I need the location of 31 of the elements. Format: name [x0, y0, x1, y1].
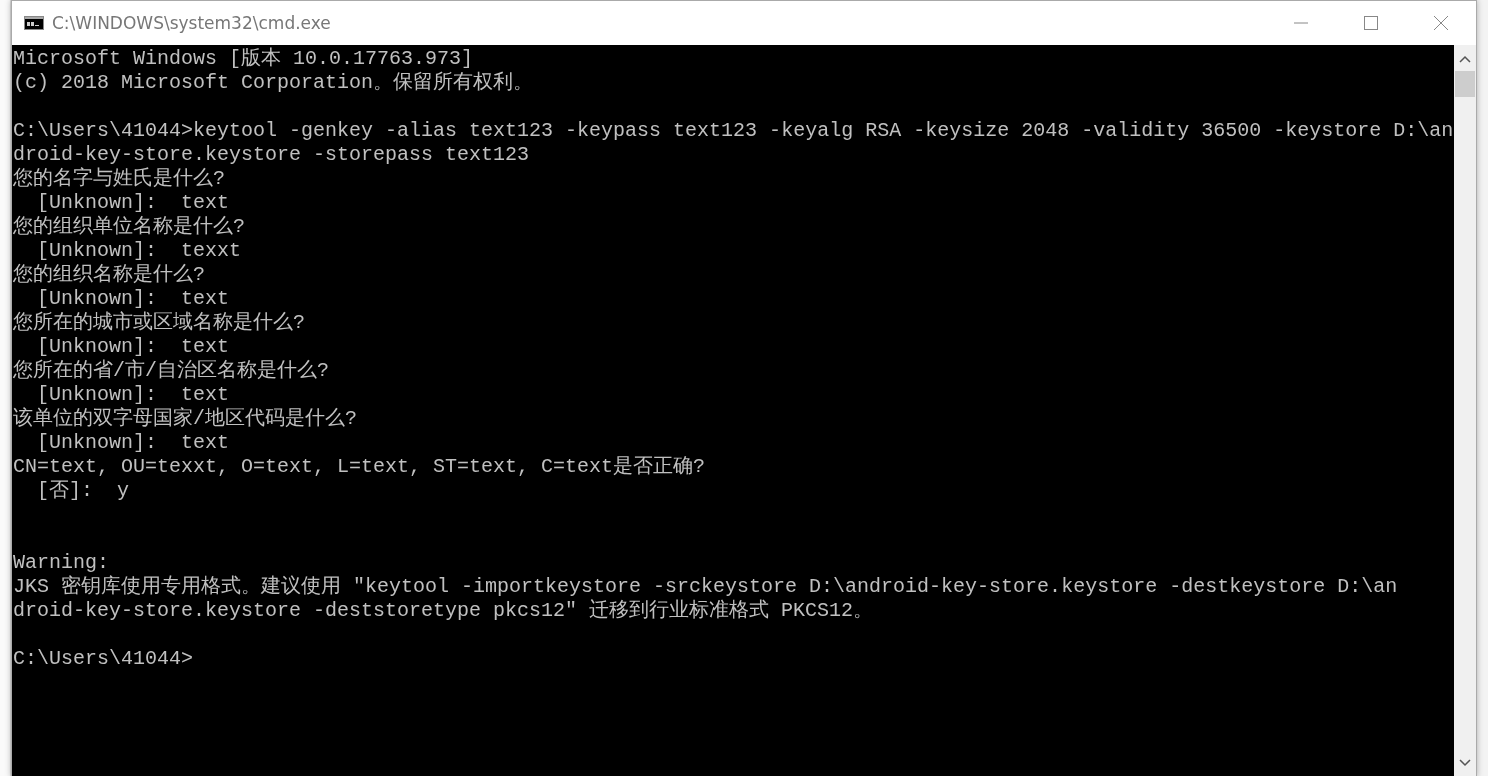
scrollbar-thumb[interactable] [1455, 71, 1475, 97]
window-title: C:\WINDOWS\system32\cmd.exe [52, 13, 331, 33]
terminal-icon [24, 16, 44, 30]
close-icon [1433, 15, 1449, 31]
console-line: [否]: y [36, 479, 129, 503]
console-line: 您所在的城市或区域名称是什么? [13, 311, 305, 335]
console-line: C:\Users\41044>keytool -genkey -alias text123 -keypass text123 -keyalg RSA -keysize 2048 -validity 36500 -keystore D:\an [13, 119, 1454, 143]
console-line: Warning: [13, 551, 109, 575]
console-line: Microsoft Windows [版本 10.0.17763.973] [13, 47, 474, 71]
console-line: [Unknown]: text [36, 431, 230, 455]
console-line: JKS 密钥库使用专用格式。建议使用 "keytool -importkeystore -srckeystore D:\android-key-store.keystore -destkeystore D:\an [13, 575, 1398, 599]
console-line: [Unknown]: texxt [36, 239, 242, 263]
console-line: 您所在的省/市/自治区名称是什么? [13, 359, 329, 383]
console-line: [Unknown]: text [36, 383, 230, 407]
scroll-up-icon[interactable] [1459, 55, 1471, 63]
console-line: 您的名字与姓氏是什么? [13, 167, 225, 191]
scrollbar[interactable] [1454, 45, 1476, 776]
console-line: [Unknown]: text [36, 287, 230, 311]
console-line: 您的组织单位名称是什么? [13, 215, 245, 239]
console-line: droid-key-store.keystore -storepass text123 [13, 143, 530, 167]
console-line: (c) 2018 Microsoft Corporation。保留所有权利。 [13, 71, 534, 95]
maximize-icon [1363, 15, 1379, 31]
minimize-icon [1294, 22, 1308, 24]
console-line: [Unknown]: text [36, 335, 230, 359]
console-line: [Unknown]: text [36, 191, 230, 215]
console-line: 您的组织名称是什么? [13, 263, 205, 287]
console-line: C:\Users\41044> [13, 647, 194, 671]
console-line: droid-key-store.keystore -deststoretype pkcs12" 迁移到行业标准格式 PKCS12。 [13, 599, 874, 623]
console-line: 该单位的双字母国家/地区代码是什么? [13, 407, 357, 431]
console-line: CN=text, OU=texxt, O=text, L=text, ST=text, C=text是否正确? [13, 455, 706, 479]
scroll-down-icon[interactable] [1459, 759, 1471, 767]
